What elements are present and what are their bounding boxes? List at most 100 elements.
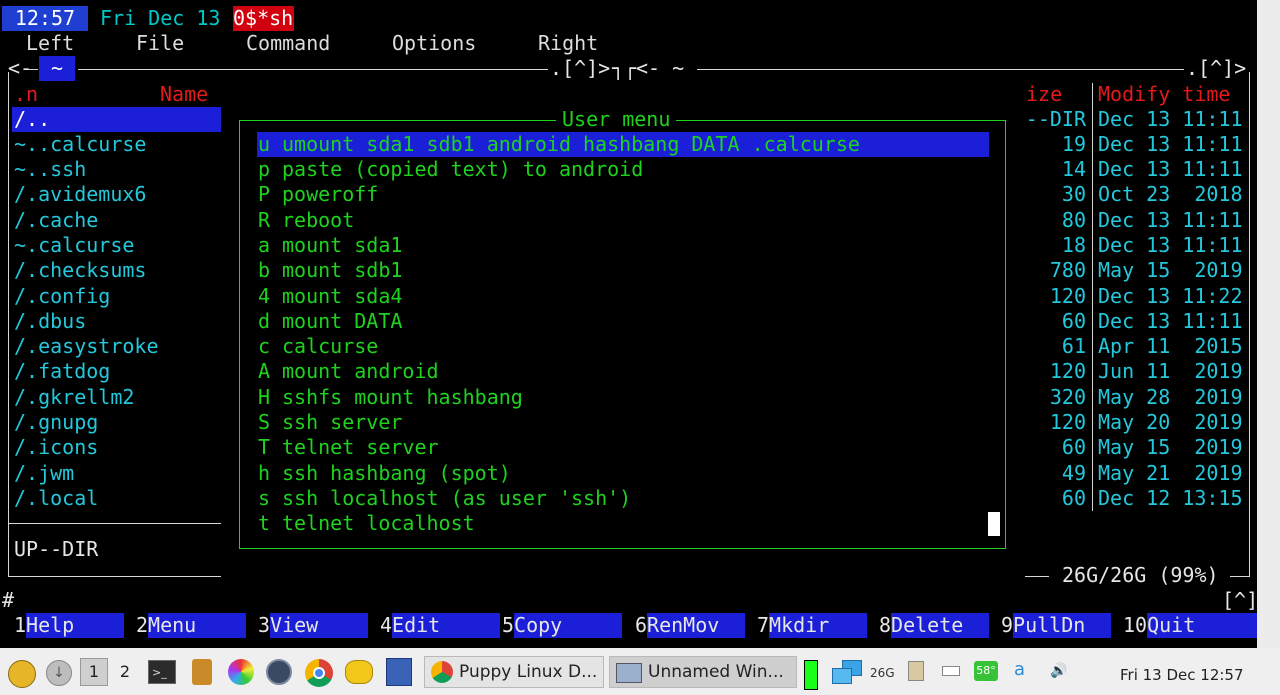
prompt-hint: [^] <box>1222 588 1259 612</box>
size-cell: 14 <box>1061 157 1086 181</box>
file-row[interactable]: ~..ssh <box>14 157 86 182</box>
pinwheel-icon[interactable] <box>228 659 254 685</box>
terminal-scrollbar[interactable] <box>1257 0 1280 648</box>
terminal-window[interactable]: 12:57 Fri Dec 13 0$*sh Left File Command… <box>0 0 1280 648</box>
window-icon <box>616 663 642 683</box>
file-row[interactable]: /.easystroke <box>14 334 159 359</box>
user-menu-key: 4 <box>258 284 271 308</box>
menu-file[interactable]: File <box>136 31 184 56</box>
temperature-badge[interactable]: 58° <box>974 661 998 681</box>
fkey-3[interactable]: 3View <box>258 613 369 638</box>
file-row[interactable]: /.jwm <box>14 461 74 486</box>
file-row[interactable]: /.icons <box>14 435 98 460</box>
drive-usage-label[interactable]: 26G <box>870 666 895 680</box>
menu-command[interactable]: Command <box>246 31 330 56</box>
file-row-selected[interactable]: /.. <box>12 107 221 132</box>
user-menu-item[interactable]: umount sda1 sdb1 android hashbang DATA .… <box>282 132 860 157</box>
size-cell: 60 <box>1061 309 1086 333</box>
user-menu-key: R <box>258 208 271 232</box>
file-row[interactable]: /.checksums <box>14 258 146 283</box>
calculator-icon[interactable] <box>386 658 412 686</box>
user-menu-item[interactable]: poweroff <box>282 182 378 207</box>
scroll-cursor <box>988 512 1000 536</box>
user-menu-item[interactable]: reboot <box>282 208 354 233</box>
keyboard-icon[interactable] <box>942 666 960 676</box>
user-menu-item[interactable]: mount DATA <box>282 309 402 334</box>
left-panel-history[interactable]: .[^]> <box>550 56 610 81</box>
file-row[interactable]: /.local <box>14 486 98 511</box>
user-menu-item[interactable]: mount sdb1 <box>282 258 402 283</box>
user-menu-item[interactable]: ssh server <box>282 410 402 435</box>
date-cell: Dec 13 11:11 <box>1098 132 1243 156</box>
user-menu-item[interactable]: mount sda4 <box>282 284 402 309</box>
menu-options[interactable]: Options <box>392 31 476 56</box>
user-menu-key: b <box>258 258 271 282</box>
fkey-10[interactable]: 10Quit <box>1123 613 1258 638</box>
fkey-2[interactable]: 2Menu <box>136 613 247 638</box>
menu-left[interactable]: Left <box>26 31 74 56</box>
shell-prompt[interactable]: # <box>2 588 14 613</box>
user-menu-item[interactable]: telnet localhost <box>282 511 475 536</box>
left-panel-arrow[interactable]: <- <box>8 56 32 81</box>
terminal-icon[interactable]: >_ <box>148 660 176 684</box>
user-menu-item[interactable]: mount sda1 <box>282 233 402 258</box>
disc-icon[interactable] <box>266 659 292 685</box>
file-row[interactable]: /.fatdog <box>14 359 110 384</box>
date-cell: Jun 11 2019 <box>1098 359 1243 383</box>
user-menu-item[interactable]: mount android <box>282 359 439 384</box>
fkey-1[interactable]: 1Help <box>14 613 125 638</box>
user-menu-item[interactable]: sshfs mount hashbang <box>282 385 523 410</box>
user-menu-key: P <box>258 182 271 206</box>
menu-icon[interactable] <box>8 660 36 688</box>
col-modify-header[interactable]: Modify time <box>1098 82 1230 107</box>
size-cell: 60 <box>1061 435 1086 459</box>
file-row[interactable]: /.gnupg <box>14 410 98 435</box>
date-cell: May 21 2019 <box>1098 461 1243 485</box>
status-session[interactable]: 0$*sh <box>233 6 294 31</box>
file-row[interactable]: /.gkrellm2 <box>14 385 134 410</box>
fkey-8[interactable]: 8Delete <box>879 613 990 638</box>
file-row[interactable]: ~..calcurse <box>14 132 146 157</box>
size-cell: 120 <box>1049 359 1086 383</box>
fkey-6[interactable]: 6RenMov <box>635 613 746 638</box>
volume-icon[interactable]: 🔊 <box>1050 663 1067 679</box>
file-row[interactable]: ~.calcurse <box>14 233 134 258</box>
fkey-5[interactable]: 5Copy <box>502 613 623 638</box>
right-panel-history[interactable]: .[^]> <box>1186 56 1246 81</box>
fkey-7[interactable]: 7Mkdir <box>757 613 868 638</box>
taskbar-window-terminal[interactable]: Unnamed Win... <box>609 656 797 688</box>
download-icon[interactable]: ↓ <box>46 660 72 686</box>
user-menu-key: a <box>258 233 271 257</box>
file-row[interactable]: /.cache <box>14 208 98 233</box>
chrome-icon[interactable] <box>305 659 333 687</box>
desktop-1-button[interactable]: 1 <box>80 658 108 686</box>
notes-icon[interactable] <box>192 659 212 685</box>
file-row[interactable]: /.config <box>14 284 110 309</box>
clipboard-icon[interactable] <box>908 661 924 681</box>
user-menu-item[interactable]: ssh hashbang (spot) <box>282 461 511 486</box>
chrome-icon <box>431 661 453 683</box>
fkey-9[interactable]: 9PullDn <box>1001 613 1112 638</box>
desktop-2-button[interactable]: 2 <box>114 658 136 686</box>
user-menu-item[interactable]: telnet server <box>282 435 439 460</box>
menu-right[interactable]: Right <box>538 31 598 56</box>
date-cell: May 15 2019 <box>1098 435 1243 459</box>
left-panel-path[interactable]: ~ <box>39 56 75 81</box>
taskbar-clock[interactable]: Fri 13 Dec 12:57 <box>1120 666 1244 684</box>
user-menu-key: d <box>258 309 271 333</box>
network-icon[interactable] <box>832 660 862 686</box>
user-menu-item[interactable]: paste (copied text) to android <box>282 157 643 182</box>
user-menu-item[interactable]: calcurse <box>282 334 378 359</box>
col-size-header[interactable]: ize <box>1026 82 1062 107</box>
fkey-4[interactable]: 4Edit <box>380 613 501 638</box>
file-row[interactable]: /.avidemux6 <box>14 182 146 207</box>
col-name-header[interactable]: Name <box>160 82 208 107</box>
col-sort-indicator[interactable]: .n <box>14 82 38 107</box>
teapot-icon[interactable] <box>345 660 373 684</box>
keyboard-layout-indicator[interactable]: a <box>1014 659 1025 680</box>
taskbar-window-chrome[interactable]: Puppy Linux D... <box>424 656 604 688</box>
right-panel-header[interactable]: <- ~ <box>636 56 684 81</box>
file-row[interactable]: /.dbus <box>14 309 86 334</box>
taskbar: ↓ 1 2 >_ Puppy Linux D... Unnamed Win...… <box>0 648 1280 695</box>
user-menu-item[interactable]: ssh localhost (as user 'ssh') <box>282 486 631 511</box>
